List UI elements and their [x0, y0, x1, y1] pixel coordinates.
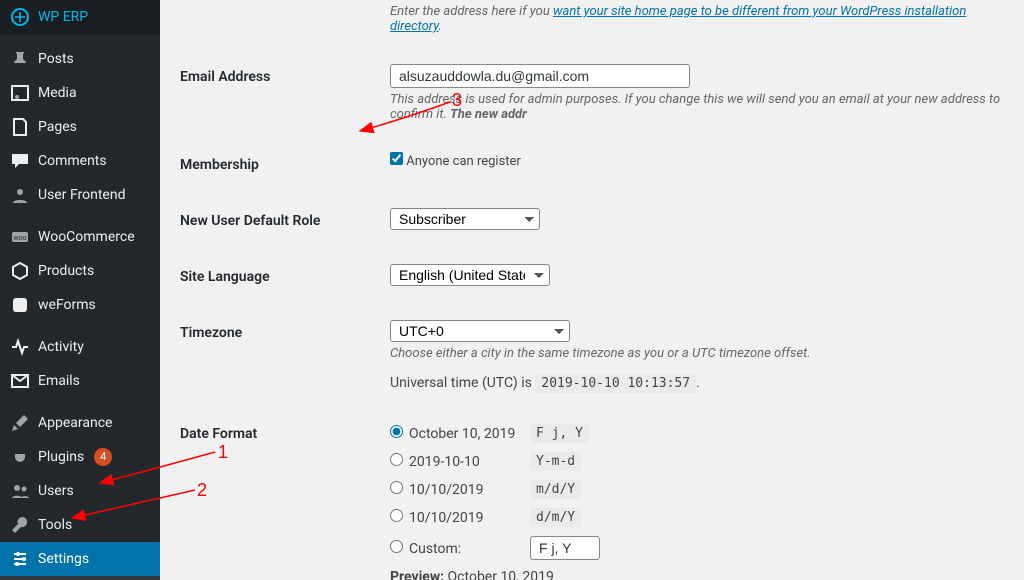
date-format-option[interactable]: October 10, 2019 [390, 425, 520, 442]
update-badge: 4 [94, 448, 112, 466]
date-format-code: d/m/Y [530, 508, 581, 527]
sidebar-item-label: Activity [38, 339, 84, 355]
timezone-select[interactable]: UTC+0 [390, 320, 570, 342]
sidebar-item-label: Settings [38, 551, 89, 567]
sidebar-item-plugins[interactable]: Plugins 4 [0, 440, 160, 474]
sidebar-item-products[interactable]: Products [0, 254, 160, 288]
date-format-code: F j, Y [530, 424, 589, 443]
sidebar-sub-general[interactable]: General [0, 576, 160, 580]
activity-icon [10, 337, 30, 357]
sidebar-item-emails[interactable]: Emails [0, 364, 160, 398]
comment-icon [10, 151, 30, 171]
timezone-description: Choose either a city in the same timezon… [390, 346, 1014, 361]
admin-email-description: This address is used for admin purposes.… [390, 92, 1014, 122]
sidebar-item-woocommerce[interactable]: woo WooCommerce [0, 220, 160, 254]
sidebar-item-label: Comments [38, 153, 107, 169]
brush-icon [10, 413, 30, 433]
sidebar-item-weforms[interactable]: weForms [0, 288, 160, 322]
date-format-custom-radio[interactable] [390, 540, 403, 553]
sidebar-item-tools[interactable]: Tools [0, 508, 160, 542]
date-format-radio[interactable] [390, 509, 403, 522]
sidebar-item-activity[interactable]: Activity [0, 330, 160, 364]
utc-time-line: Universal time (UTC) is 2019-10-10 10:13… [390, 375, 1014, 391]
annotation-3: 3 [452, 90, 462, 111]
email-address-label: Email Address [180, 49, 380, 137]
membership-checkbox-label[interactable]: Anyone can register [390, 154, 521, 169]
sidebar-item-label: Users [38, 483, 74, 499]
sidebar-item-wp-erp[interactable]: WP ERP [0, 0, 160, 34]
page-icon [10, 117, 30, 137]
default-role-label: New User Default Role [180, 193, 380, 249]
date-format-preview: Preview: October 10, 2019 [390, 569, 1014, 580]
svg-text:woo: woo [13, 234, 26, 242]
date-format-code: Y-m-d [530, 452, 581, 471]
sidebar-item-label: Emails [38, 373, 80, 389]
sidebar-item-label: WooCommerce [38, 229, 135, 245]
date-format-label: Date Format [180, 406, 380, 580]
anyone-can-register-checkbox[interactable] [390, 152, 403, 165]
sidebar-item-users[interactable]: Users [0, 474, 160, 508]
admin-email-input[interactable] [390, 64, 690, 88]
plug-icon [10, 447, 30, 467]
date-format-custom-input[interactable] [530, 536, 600, 560]
annotation-2: 2 [197, 480, 207, 501]
sidebar-item-user-frontend[interactable]: User Frontend [0, 178, 160, 212]
weforms-icon [10, 295, 30, 315]
date-format-radio[interactable] [390, 425, 403, 438]
sidebar-item-label: User Frontend [38, 187, 125, 203]
timezone-label: Timezone [180, 305, 380, 406]
sidebar-item-posts[interactable]: Posts [0, 42, 160, 76]
sidebar-item-label: Pages [38, 119, 77, 135]
date-format-option[interactable]: 10/10/2019 [390, 481, 520, 498]
date-format-custom-option[interactable]: Custom: [390, 540, 520, 557]
annotation-1: 1 [218, 442, 228, 463]
site-address-description: Enter the address here if you want your … [390, 4, 1014, 34]
date-format-radio[interactable] [390, 453, 403, 466]
users-icon [10, 481, 30, 501]
settings-icon [10, 549, 30, 569]
sidebar-item-label: Products [38, 263, 94, 279]
sidebar-item-media[interactable]: Media [0, 76, 160, 110]
sidebar-item-comments[interactable]: Comments [0, 144, 160, 178]
default-role-select[interactable]: Subscriber [390, 208, 540, 230]
site-language-select[interactable]: English (United States) [390, 264, 550, 286]
pin-icon [10, 49, 30, 69]
products-icon [10, 261, 30, 281]
date-format-radio[interactable] [390, 481, 403, 494]
sidebar-item-settings[interactable]: Settings [0, 542, 160, 576]
user-icon [10, 185, 30, 205]
site-language-label: Site Language [180, 249, 380, 305]
sidebar-item-label: Posts [38, 51, 74, 67]
settings-general-form: Enter the address here if you want your … [160, 0, 1024, 580]
tool-icon [10, 515, 30, 535]
email-icon [10, 371, 30, 391]
media-icon [10, 83, 30, 103]
membership-label: Membership [180, 137, 380, 193]
sidebar-item-label: Media [38, 85, 77, 101]
admin-sidebar: WP ERP Posts Media Pages Comments User Fronte… [0, 0, 160, 580]
date-format-option[interactable]: 10/10/2019 [390, 509, 520, 526]
sidebar-item-label: weForms [38, 297, 96, 313]
sidebar-item-appearance[interactable]: Appearance [0, 406, 160, 440]
sidebar-item-label: WP ERP [38, 9, 88, 25]
sidebar-item-label: Tools [38, 517, 72, 533]
sidebar-item-pages[interactable]: Pages [0, 110, 160, 144]
wperp-icon [10, 7, 30, 27]
date-format-option[interactable]: 2019-10-10 [390, 453, 520, 470]
date-format-code: m/d/Y [530, 480, 581, 499]
sidebar-item-label: Plugins [38, 449, 84, 465]
woo-icon: woo [10, 227, 30, 247]
sidebar-item-label: Appearance [38, 415, 112, 431]
